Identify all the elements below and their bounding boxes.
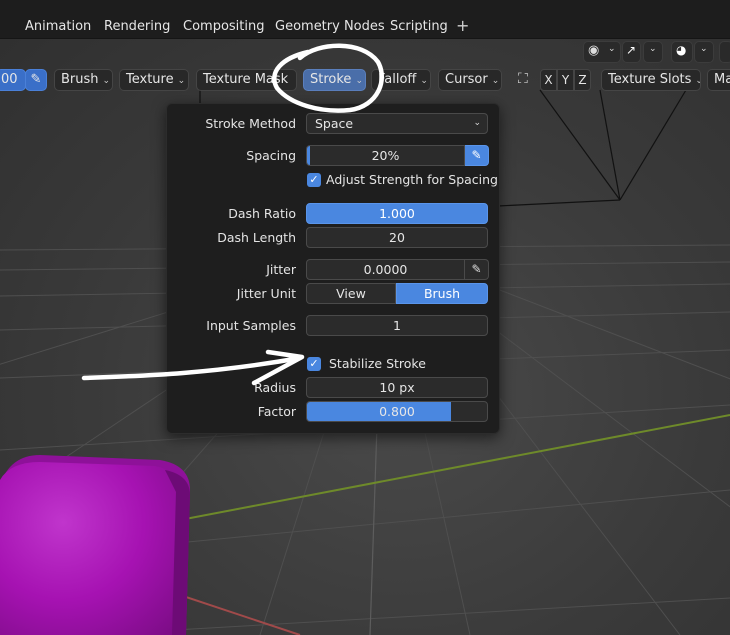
- stroke-method-label: Stroke Method: [205, 116, 296, 131]
- chevron-down-icon: ⌄: [102, 76, 111, 86]
- chevron-down-icon: ⌄: [649, 44, 657, 54]
- stroke-label: Stroke: [310, 72, 352, 87]
- spacing-slider[interactable]: 20%: [306, 145, 465, 166]
- tab-scripting[interactable]: Scripting: [390, 19, 448, 34]
- eye-icon: ◉: [588, 43, 600, 58]
- pen-pressure-icon: ✎: [471, 148, 482, 162]
- texture-slots-menu[interactable]: Texture Slots⌄: [601, 69, 701, 91]
- chevron-down-icon: ⌄: [700, 44, 708, 54]
- visibility-dropdown[interactable]: ◉ ⌄: [583, 41, 621, 63]
- symmetry-x-toggle[interactable]: X: [540, 69, 557, 91]
- jitter-unit-view-option[interactable]: View: [306, 283, 396, 304]
- texture-mask-menu[interactable]: Texture Mask: [196, 69, 297, 91]
- adjust-strength-label: Adjust Strength for Spacing: [326, 172, 498, 187]
- pen-pressure-icon: ✎: [471, 262, 482, 276]
- stroke-settings-popover: Stroke Method Space ⌄ Spacing 20% ✎ ✓ Ad…: [166, 103, 500, 434]
- falloff-label: Falloff: [378, 72, 417, 87]
- texture-slots-label: Texture Slots: [608, 72, 692, 87]
- dash-length-field[interactable]: 20: [306, 227, 488, 248]
- overlay-icon: ◕: [676, 43, 687, 57]
- dash-ratio-label: Dash Ratio: [228, 206, 296, 221]
- symmetry-y-toggle[interactable]: Y: [557, 69, 574, 91]
- jitter-pressure-toggle[interactable]: ✎: [465, 259, 489, 280]
- stabilize-stroke-checkbox[interactable]: ✓: [307, 357, 321, 371]
- factor-label: Factor: [257, 404, 296, 419]
- check-icon: ✓: [309, 357, 319, 370]
- adjust-strength-checkbox[interactable]: ✓: [307, 173, 321, 187]
- jitter-label: Jitter: [266, 262, 296, 277]
- pen-pressure-icon: ✎: [30, 72, 42, 87]
- spacing-fill: [307, 146, 311, 165]
- brush-menu[interactable]: Brush ⌄: [54, 69, 113, 91]
- texture-menu[interactable]: Texture ⌄: [119, 69, 189, 91]
- chevron-down-icon: ⌄: [695, 76, 700, 86]
- gizmo-toggle[interactable]: ↗: [622, 41, 641, 63]
- xray-toggle[interactable]: [719, 41, 730, 63]
- workspace-tabs-bar: Animation Rendering Compositing Geometry…: [0, 0, 730, 39]
- radius-label: Radius: [254, 380, 296, 395]
- symmetry-z-toggle[interactable]: Z: [574, 69, 591, 91]
- cube-object[interactable]: [0, 455, 190, 635]
- factor-slider[interactable]: 0.800: [306, 401, 488, 422]
- overlay-dropdown[interactable]: ⌄: [694, 41, 714, 63]
- gizmo-dropdown[interactable]: ⌄: [643, 41, 663, 63]
- texture-label: Texture: [126, 72, 174, 87]
- pressure-toggle[interactable]: ✎: [25, 69, 47, 91]
- jitter-slider[interactable]: 0.0000: [306, 259, 465, 280]
- chevron-down-icon: ⌄: [177, 76, 186, 86]
- stroke-method-dropdown[interactable]: Space ⌄: [306, 113, 488, 134]
- falloff-menu[interactable]: Falloff ⌄: [371, 69, 431, 91]
- check-icon: ✓: [309, 173, 319, 186]
- jitter-unit-brush-option[interactable]: Brush: [396, 283, 488, 304]
- chevron-down-icon: ⌄: [420, 76, 428, 86]
- symmetry-icon: ⛶: [518, 71, 528, 87]
- strength-value: 00: [1, 72, 18, 87]
- spacing-label: Spacing: [246, 148, 296, 163]
- tab-geometry-nodes[interactable]: Geometry Nodes: [275, 19, 385, 34]
- overlay-toggle[interactable]: ◕: [671, 41, 693, 63]
- brush-label: Brush: [61, 72, 99, 87]
- tab-animation[interactable]: Animation: [25, 19, 91, 34]
- dash-length-label: Dash Length: [217, 230, 296, 245]
- add-workspace-button[interactable]: +: [456, 16, 469, 35]
- dash-ratio-slider[interactable]: 1.000: [306, 203, 488, 224]
- radius-field[interactable]: 10 px: [306, 377, 488, 398]
- cursor-label: Cursor: [445, 72, 488, 87]
- chevron-down-icon: ⌄: [491, 76, 500, 86]
- texture-mask-label: Texture Mask: [203, 72, 289, 87]
- tab-rendering[interactable]: Rendering: [104, 19, 170, 34]
- chevron-down-icon: ⌄: [355, 76, 363, 86]
- mask-label: Ma: [714, 72, 730, 87]
- spacing-pressure-toggle[interactable]: ✎: [465, 145, 489, 166]
- stroke-menu[interactable]: Stroke ⌄: [303, 69, 366, 91]
- tab-compositing[interactable]: Compositing: [183, 19, 265, 34]
- gizmo-icon: ↗: [626, 43, 637, 57]
- cursor-menu[interactable]: Cursor ⌄: [438, 69, 502, 91]
- input-samples-label: Input Samples: [206, 318, 296, 333]
- jitter-unit-label: Jitter Unit: [236, 286, 296, 301]
- chevron-down-icon: ⌄: [608, 44, 616, 54]
- stabilize-stroke-label: Stabilize Stroke: [329, 356, 426, 371]
- mask-menu[interactable]: Ma: [707, 69, 730, 91]
- chevron-down-icon: ⌄: [473, 118, 481, 128]
- factor-value: 0.800: [379, 404, 415, 419]
- input-samples-field[interactable]: 1: [306, 315, 488, 336]
- stroke-method-value: Space: [315, 116, 354, 131]
- spacing-value: 20%: [371, 148, 400, 163]
- brush-strength-field[interactable]: 00: [0, 69, 26, 91]
